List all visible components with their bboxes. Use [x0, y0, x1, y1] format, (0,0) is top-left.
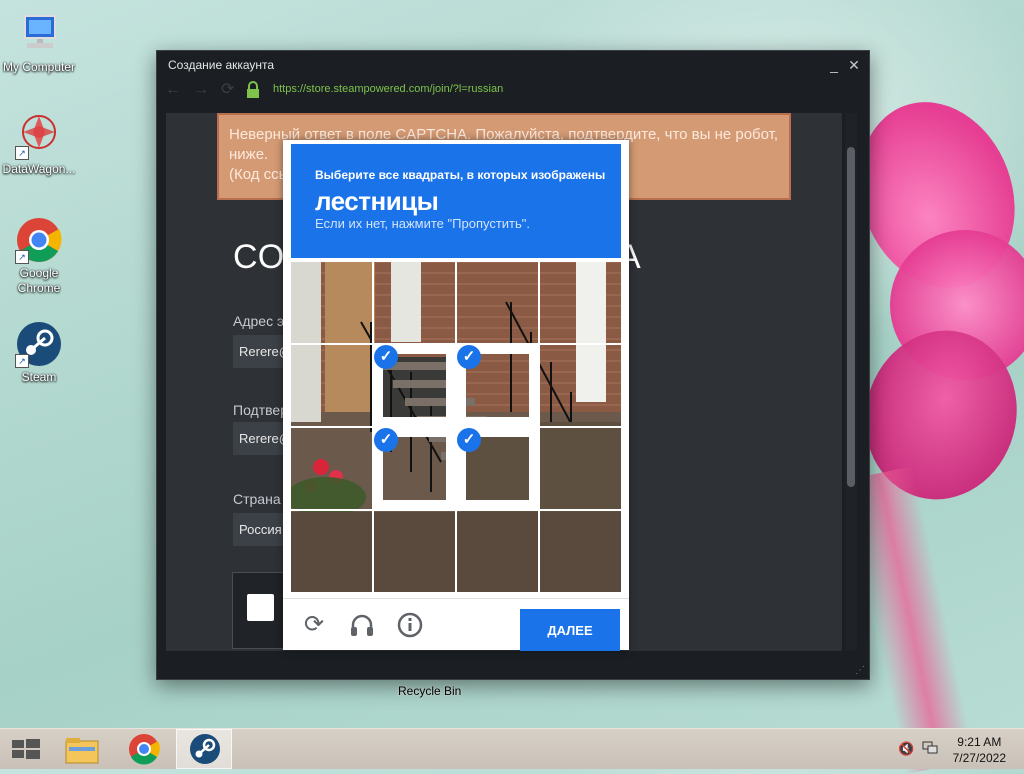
desktop-icon-label: Steam	[21, 370, 57, 384]
recaptcha-challenge: Выберите все квадраты, в которых изображ…	[283, 140, 629, 651]
challenge-tile[interactable]	[291, 345, 372, 426]
tile-image	[540, 262, 621, 343]
minimize-button[interactable]: _	[825, 51, 843, 79]
desktop-icon-datawagon[interactable]: ↗ DataWagon...	[0, 112, 78, 176]
tile-image	[291, 262, 372, 343]
tile-image	[291, 428, 372, 509]
desktop-icon-label: My Computer	[2, 60, 76, 74]
tile-image	[291, 511, 372, 592]
close-button[interactable]: ✕	[845, 51, 863, 79]
challenge-tile[interactable]: ✓	[374, 345, 455, 426]
challenge-tile[interactable]: ✓	[457, 345, 538, 426]
url-text[interactable]: https://store.steampowered.com/join/?l=r…	[273, 83, 503, 95]
navigation-bar: ← → ⟳ https://store.steampowered.com/joi…	[157, 79, 869, 101]
challenge-tile[interactable]	[291, 262, 372, 343]
reload-icon[interactable]: ⟳	[300, 611, 328, 639]
desktop-icon-steam[interactable]: ↗ Steam	[0, 320, 78, 384]
volume-muted-icon[interactable]: 🔇	[898, 741, 914, 757]
desktop-icon-label: DataWagon...	[2, 162, 76, 176]
challenge-keyword: лестницы	[315, 186, 439, 216]
confirm-email-label: Подтвер	[233, 402, 288, 418]
window-title: Создание аккаунта	[168, 58, 275, 72]
start-button[interactable]	[0, 729, 56, 769]
tile-image	[374, 262, 455, 343]
resize-grip-icon[interactable]: ⋰	[855, 665, 865, 676]
recaptcha-checkbox[interactable]	[247, 594, 274, 621]
taskbar-chrome[interactable]	[116, 729, 172, 769]
challenge-tile[interactable]	[540, 345, 621, 426]
challenge-tile[interactable]	[540, 262, 621, 343]
country-label: Страна	[233, 491, 281, 507]
shortcut-arrow-icon: ↗	[15, 250, 29, 264]
challenge-tile[interactable]	[374, 262, 455, 343]
tile-image	[374, 511, 455, 592]
forward-arrow-icon[interactable]: →	[193, 81, 209, 99]
scrollbar-thumb[interactable]	[847, 147, 855, 487]
challenge-tile[interactable]: ✓	[374, 428, 455, 509]
challenge-tile[interactable]	[540, 511, 621, 592]
taskbar-steam[interactable]	[176, 729, 232, 769]
email-label: Адрес э	[233, 313, 285, 329]
folder-icon	[65, 738, 99, 764]
tile-image	[291, 345, 372, 426]
checkmark-icon: ✓	[374, 345, 398, 369]
windows-logo-icon	[12, 739, 40, 759]
clock-date: 7/27/2022	[952, 751, 1006, 765]
back-arrow-icon[interactable]: ←	[165, 81, 181, 99]
datawagon-icon: ↗	[15, 112, 63, 160]
tile-image	[540, 428, 621, 509]
checkmark-icon: ✓	[457, 345, 481, 369]
tile-image	[540, 511, 621, 592]
challenge-tile[interactable]	[457, 511, 538, 592]
computer-icon	[15, 10, 63, 58]
challenge-tile[interactable]	[540, 428, 621, 509]
shortcut-arrow-icon: ↗	[15, 146, 29, 160]
page-heading: СО	[233, 238, 286, 276]
chrome-icon	[129, 734, 160, 765]
challenge-tile[interactable]	[374, 511, 455, 592]
challenge-instruction: Выберите все квадраты, в которых изображ…	[315, 168, 606, 182]
shortcut-arrow-icon: ↗	[15, 354, 29, 368]
network-icon[interactable]	[922, 741, 938, 758]
audio-headphones-icon[interactable]	[348, 611, 376, 639]
desktop-icon-my-computer[interactable]: My Computer	[0, 10, 78, 74]
challenge-tile[interactable]	[457, 262, 538, 343]
lock-icon	[245, 81, 261, 102]
steam-icon: ↗	[15, 320, 63, 368]
challenge-header: Выберите все квадраты, в которых изображ…	[291, 144, 621, 258]
refresh-icon[interactable]: ⟳	[221, 81, 234, 99]
challenge-tile[interactable]	[291, 511, 372, 592]
desktop-icon-google-chrome[interactable]: ↗ Google Chrome	[0, 216, 78, 296]
tile-image	[540, 345, 621, 426]
desktop-icon-label: Google Chrome	[17, 266, 61, 295]
steam-icon	[190, 734, 220, 764]
challenge-tile[interactable]	[291, 428, 372, 509]
challenge-image-grid: ✓ ✓ ✓ ✓	[291, 262, 621, 592]
taskbar-file-explorer[interactable]	[56, 729, 112, 769]
checkmark-icon: ✓	[374, 428, 398, 452]
next-button[interactable]: ДАЛЕЕ	[520, 609, 620, 651]
tile-image	[457, 262, 538, 343]
system-clock[interactable]: 9:21 AM 7/27/2022	[953, 734, 1006, 766]
info-icon[interactable]	[396, 611, 424, 639]
window-titlebar[interactable]: Создание аккаунта _ ✕	[157, 51, 869, 79]
challenge-tile[interactable]: ✓	[457, 428, 538, 509]
chrome-icon: ↗	[15, 216, 63, 264]
desktop-icon-recycle-bin-label[interactable]: Recycle Bin	[398, 684, 461, 698]
clock-time: 9:21 AM	[957, 735, 1002, 749]
challenge-hint: Если их нет, нажмите "Пропустить".	[315, 216, 531, 231]
taskbar: 🔇 9:21 AM 7/27/2022	[0, 728, 1024, 769]
checkmark-icon: ✓	[457, 428, 481, 452]
challenge-footer: ⟳ ДАЛЕЕ	[283, 598, 629, 651]
tile-image	[457, 511, 538, 592]
